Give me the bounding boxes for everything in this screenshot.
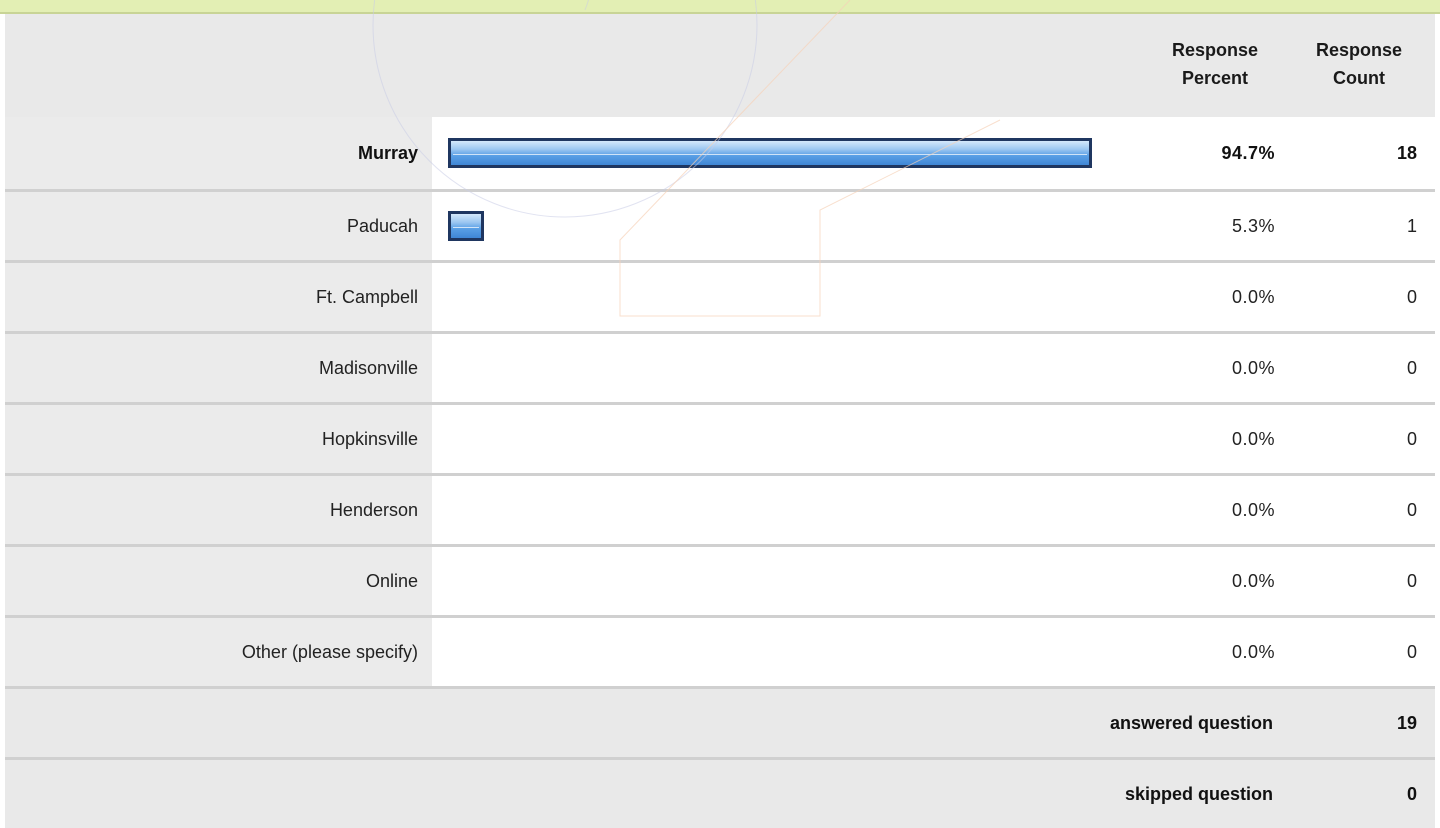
summary-value: 0 bbox=[1406, 784, 1417, 804]
response-count: 0 bbox=[1275, 263, 1435, 331]
response-percent: 0.0% bbox=[1162, 476, 1275, 544]
bar-cell bbox=[432, 547, 1162, 615]
option-label: Madisonville bbox=[5, 334, 432, 402]
option-row: Henderson 0.0% 0 bbox=[5, 473, 1435, 544]
option-row: Murray 94.7% 18 bbox=[5, 117, 1435, 189]
option-row: Online 0.0% 0 bbox=[5, 544, 1435, 615]
response-count: 0 bbox=[1275, 334, 1435, 402]
option-label: Hopkinsville bbox=[5, 405, 432, 473]
option-row: Ft. Campbell 0.0% 0 bbox=[5, 260, 1435, 331]
response-percent: 0.0% bbox=[1162, 334, 1275, 402]
option-row: Hopkinsville 0.0% 0 bbox=[5, 402, 1435, 473]
bar-cell bbox=[432, 192, 1162, 260]
response-count: 18 bbox=[1275, 117, 1435, 189]
response-percent: 0.0% bbox=[1162, 618, 1275, 686]
response-percent: 0.0% bbox=[1162, 263, 1275, 331]
response-percent: 0.0% bbox=[1162, 405, 1275, 473]
bar-cell bbox=[432, 117, 1162, 189]
option-label: Ft. Campbell bbox=[5, 263, 432, 331]
response-bar bbox=[448, 211, 484, 241]
option-label: Murray bbox=[5, 117, 432, 189]
table-header: Response Percent Response Count bbox=[5, 14, 1435, 117]
response-count: 0 bbox=[1275, 547, 1435, 615]
response-count-header: Response Count bbox=[1315, 40, 1403, 88]
option-row: Madisonville 0.0% 0 bbox=[5, 331, 1435, 402]
bar-cell bbox=[432, 618, 1162, 686]
summary-label: answered question bbox=[1109, 713, 1273, 733]
option-row: Paducah 5.3% 1 bbox=[5, 189, 1435, 260]
response-count: 0 bbox=[1275, 618, 1435, 686]
response-percent: 94.7% bbox=[1162, 117, 1275, 189]
option-label: Other (please specify) bbox=[5, 618, 432, 686]
response-table: Response Percent Response Count Murray 94… bbox=[5, 14, 1435, 828]
bar-cell bbox=[432, 405, 1162, 473]
response-percent: 5.3% bbox=[1162, 192, 1275, 260]
summary-label: skipped question bbox=[1124, 784, 1273, 804]
option-row: Other (please specify) 0.0% 0 bbox=[5, 615, 1435, 686]
response-bar bbox=[448, 138, 1092, 168]
option-label: Henderson bbox=[5, 476, 432, 544]
response-percent-header: Response Percent bbox=[1171, 40, 1259, 88]
response-percent: 0.0% bbox=[1162, 547, 1275, 615]
summary-value: 19 bbox=[1396, 713, 1417, 733]
summary-row: answered question 19 bbox=[5, 686, 1435, 757]
option-label: Paducah bbox=[5, 192, 432, 260]
bar-cell bbox=[432, 263, 1162, 331]
summary-row: skipped question 0 bbox=[5, 757, 1435, 828]
response-count: 1 bbox=[1275, 192, 1435, 260]
top-band bbox=[0, 0, 1440, 12]
option-rows: Murray 94.7% 18 Paducah 5.3% 1 Ft. Campbell 0.0… bbox=[5, 117, 1435, 686]
response-count: 0 bbox=[1275, 405, 1435, 473]
response-count: 0 bbox=[1275, 476, 1435, 544]
summary-rows: answered question 19 skipped question 0 bbox=[5, 686, 1435, 828]
bar-cell bbox=[432, 334, 1162, 402]
option-label: Online bbox=[5, 547, 432, 615]
bar-cell bbox=[432, 476, 1162, 544]
